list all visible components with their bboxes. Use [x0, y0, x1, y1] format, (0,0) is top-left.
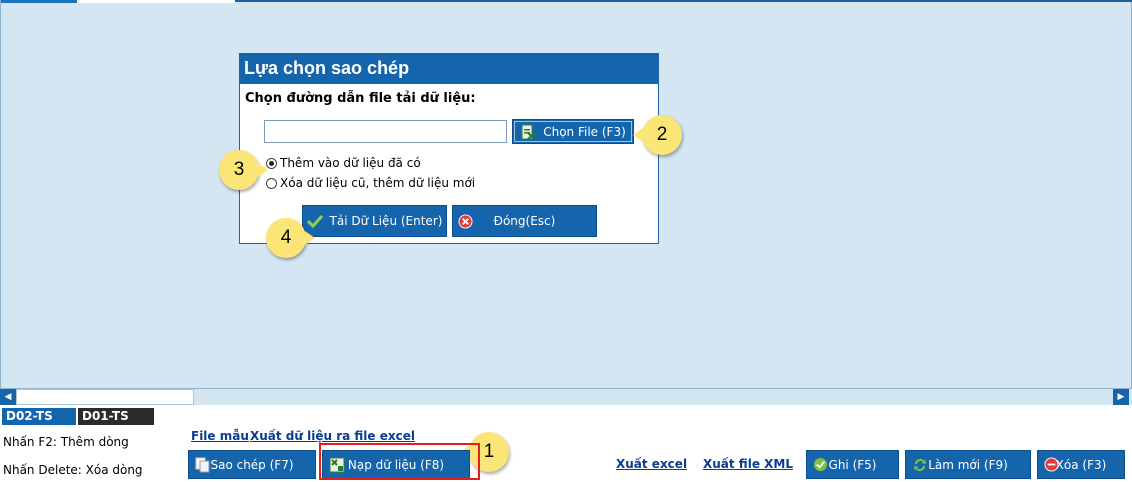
- top-border-line: [235, 0, 1132, 2]
- callout-2: 2: [633, 115, 682, 155]
- close-button[interactable]: Đóng(Esc): [452, 205, 597, 237]
- callout-3: 3: [219, 150, 268, 190]
- horizontal-scrollbar[interactable]: ◀ ▶: [0, 389, 1132, 405]
- scroll-left-icon[interactable]: ◀: [0, 389, 16, 405]
- highlight-frame: [319, 443, 480, 480]
- close-circle-icon: [458, 213, 473, 229]
- choose-file-label: Chọn File (F3): [543, 124, 626, 139]
- top-tab-active-indicator: [1, 0, 77, 3]
- refresh-button[interactable]: Làm mới (F9): [905, 450, 1031, 479]
- copy-documents-icon: [195, 457, 211, 476]
- export-excel-link[interactable]: Xuất excel: [616, 457, 687, 471]
- option-replace[interactable]: Xóa dữ liệu cũ, thêm dữ liệu mới: [266, 176, 475, 190]
- excel-file-icon: [520, 124, 536, 140]
- option-replace-label: Xóa dữ liệu cũ, thêm dữ liệu mới: [280, 176, 476, 190]
- option-append[interactable]: Thêm vào dữ liệu đã có: [266, 156, 421, 170]
- hint-delete-row: Nhấn Delete: Xóa dòng: [3, 463, 143, 477]
- check-icon: [306, 214, 323, 228]
- hint-add-row: Nhấn F2: Thêm dòng: [3, 435, 129, 449]
- close-label: Đóng(Esc): [493, 214, 556, 228]
- path-label: Chọn đường dẫn file tải dữ liệu:: [245, 91, 476, 106]
- load-data-button[interactable]: Tải Dữ Liệu (Enter): [302, 205, 447, 237]
- copy-options-dialog: Lựa chọn sao chép Chọn đường dẫn file tả…: [239, 53, 659, 244]
- scroll-thumb[interactable]: [16, 389, 194, 405]
- radio-unselected[interactable]: [266, 177, 277, 189]
- export-data-excel-link[interactable]: Xuất dữ liệu ra file excel: [250, 429, 415, 443]
- delete-button[interactable]: Xóa (F3): [1037, 450, 1125, 479]
- export-xml-link[interactable]: Xuất file XML: [703, 457, 793, 471]
- sheet-tab-d02[interactable]: D02-TS 595: [2, 408, 76, 437]
- save-button[interactable]: Ghi (F5): [806, 450, 899, 479]
- minus-circle-icon: [1044, 457, 1059, 475]
- scroll-right-icon[interactable]: ▶: [1113, 389, 1129, 405]
- callout-4: 4: [266, 218, 315, 258]
- choose-file-button[interactable]: Chọn File (F3): [512, 119, 634, 144]
- check-circle-icon: [813, 457, 828, 475]
- option-append-label: Thêm vào dữ liệu đã có: [280, 156, 421, 170]
- file-path-input[interactable]: [264, 120, 507, 143]
- load-data-label: Tải Dữ Liệu (Enter): [329, 214, 443, 228]
- sheet-tab-d01[interactable]: D01-TS 595: [78, 408, 154, 437]
- app-window: Lựa chọn sao chép Chọn đường dẫn file tả…: [0, 0, 1132, 482]
- template-file-link[interactable]: File mẫu: [191, 429, 249, 443]
- copy-button[interactable]: Sao chép (F7): [188, 450, 316, 479]
- dialog-title: Lựa chọn sao chép: [240, 54, 658, 84]
- refresh-icon: [912, 457, 928, 476]
